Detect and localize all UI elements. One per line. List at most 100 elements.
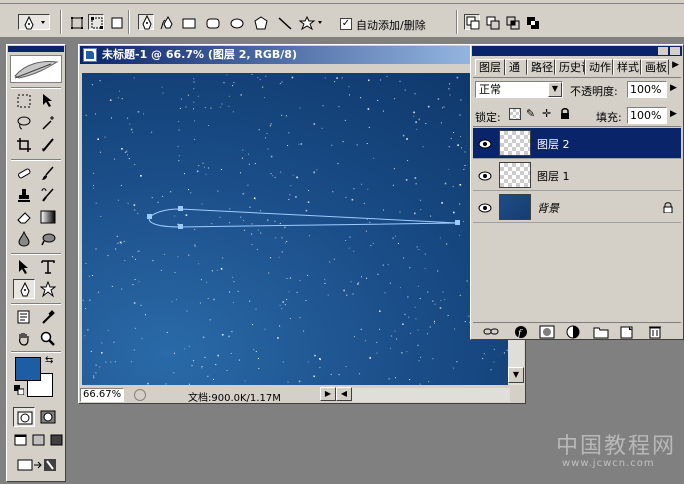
- document-title-bar[interactable]: 未标题-1 @ 66.7% (图层 2, RGB/8): [80, 46, 524, 64]
- zoom-field[interactable]: 66.67%: [80, 388, 124, 402]
- status-info-icon[interactable]: [134, 389, 146, 401]
- freeform-pen-button[interactable]: [158, 14, 174, 30]
- panel-menu-arrow-icon[interactable]: ▶: [672, 60, 679, 70]
- rounded-rectangle-button[interactable]: [204, 14, 220, 30]
- swap-colors-icon[interactable]: ⇆: [45, 355, 53, 366]
- pen-tool-icon: [24, 15, 45, 30]
- type-tool[interactable]: [37, 257, 59, 277]
- adjustment-layer-icon[interactable]: [565, 325, 581, 339]
- add-to-path-area-button[interactable]: [464, 14, 480, 30]
- panel-tab[interactable]: 动作: [585, 59, 613, 75]
- lock-image-pixels-icon[interactable]: ✎: [526, 107, 535, 120]
- horizontal-scrollbar[interactable]: [352, 388, 510, 402]
- delete-layer-icon[interactable]: [647, 325, 663, 339]
- fill-input[interactable]: 100%: [627, 107, 667, 124]
- layer-row[interactable]: 图层 2: [473, 128, 681, 159]
- path-selection-tool[interactable]: [13, 257, 35, 277]
- opacity-input[interactable]: 100%: [627, 81, 667, 98]
- layer-row[interactable]: 背景: [473, 192, 681, 223]
- anchor-point[interactable]: [455, 220, 460, 225]
- lock-all-icon[interactable]: [559, 107, 571, 119]
- gradient-tool[interactable]: [37, 207, 59, 227]
- lock-transparent-pixels-icon[interactable]: [509, 108, 521, 120]
- screen-mode-standard-button[interactable]: [11, 431, 29, 451]
- close-icon[interactable]: [670, 47, 680, 55]
- pen-tool-option-button[interactable]: [138, 14, 154, 30]
- fill-slider-arrow-icon[interactable]: ▶: [670, 109, 677, 119]
- foreground-color-swatch[interactable]: [15, 357, 41, 381]
- hand-tool[interactable]: [13, 329, 35, 349]
- eye-icon[interactable]: [477, 200, 493, 216]
- brush-tool[interactable]: [37, 163, 59, 183]
- panel-tab[interactable]: 样式: [613, 59, 641, 75]
- eraser-tool[interactable]: [13, 207, 35, 227]
- crop-tool[interactable]: [13, 135, 35, 155]
- feather-logo[interactable]: [10, 55, 62, 83]
- fill-pixels-button[interactable]: [108, 14, 124, 30]
- quick-mask-button[interactable]: [37, 407, 59, 427]
- anchor-point[interactable]: [178, 224, 183, 229]
- subtract-path-area-button[interactable]: [484, 14, 500, 30]
- custom-shape-button[interactable]: [298, 14, 324, 31]
- marquee-tool[interactable]: [13, 91, 35, 111]
- slice-tool[interactable]: [37, 135, 59, 155]
- image-canvas[interactable]: [82, 73, 508, 385]
- star: [233, 281, 235, 283]
- add-mask-icon[interactable]: [539, 325, 555, 339]
- pen-tool[interactable]: [13, 279, 35, 299]
- eye-icon[interactable]: [477, 136, 493, 152]
- minimize-icon[interactable]: [658, 47, 668, 55]
- clone-stamp-tool[interactable]: [13, 185, 35, 205]
- default-colors-icon[interactable]: [14, 385, 25, 396]
- scroll-left-arrow-icon[interactable]: ◀: [336, 387, 352, 401]
- rectangle-shape-button[interactable]: [180, 14, 196, 30]
- polygon-button[interactable]: [252, 14, 268, 30]
- layer-row[interactable]: 图层 1: [473, 160, 681, 191]
- panel-tab[interactable]: 路径: [527, 59, 555, 75]
- history-brush-tool[interactable]: [37, 185, 59, 205]
- lasso-tool[interactable]: [13, 113, 35, 133]
- blend-mode-select[interactable]: 正常 ▼: [475, 81, 563, 98]
- notes-tool[interactable]: [13, 307, 35, 327]
- scroll-down-arrow-icon[interactable]: ▼: [508, 367, 524, 383]
- blur-tool[interactable]: [13, 229, 35, 249]
- opacity-slider-arrow-icon[interactable]: ▶: [670, 83, 677, 93]
- tool-preset-picker[interactable]: [18, 14, 50, 30]
- panel-tab[interactable]: 历史记录: [555, 59, 585, 75]
- panel-tab[interactable]: 画板: [641, 59, 669, 75]
- layers-panel-title-bar[interactable]: [472, 46, 682, 56]
- anchor-point[interactable]: [178, 206, 183, 211]
- standard-mode-button[interactable]: [13, 407, 35, 427]
- status-menu-arrow-icon[interactable]: ▶: [320, 387, 336, 401]
- star: [299, 107, 301, 109]
- paths-button[interactable]: [88, 14, 104, 30]
- magic-wand-tool[interactable]: [37, 113, 59, 133]
- intersect-path-area-button[interactable]: [504, 14, 520, 30]
- auto-add-delete-checkbox[interactable]: ✓: [340, 18, 352, 30]
- panel-tab[interactable]: 图层: [475, 59, 505, 75]
- new-layer-icon[interactable]: [619, 325, 635, 339]
- eye-icon[interactable]: [477, 168, 493, 184]
- layer-style-icon[interactable]: f: [513, 325, 529, 339]
- jump-to-imageready-button[interactable]: [13, 455, 61, 475]
- zoom-tool[interactable]: [37, 329, 59, 349]
- anchor-point[interactable]: [147, 214, 152, 219]
- healing-brush-tool[interactable]: [13, 163, 35, 183]
- link-layers-icon[interactable]: [483, 325, 499, 339]
- exclude-path-area-button[interactable]: [524, 14, 540, 30]
- shape-layers-button[interactable]: [68, 14, 84, 30]
- toolbox-title-bar[interactable]: [8, 46, 64, 52]
- line-button[interactable]: [276, 14, 292, 30]
- screen-mode-full-menu-button[interactable]: [29, 431, 47, 451]
- layers-list-empty-area[interactable]: [473, 224, 681, 322]
- panel-tab[interactable]: 通: [505, 59, 527, 75]
- dodge-tool[interactable]: [37, 229, 59, 249]
- eyedropper-tool[interactable]: [37, 307, 59, 327]
- ellipse-button[interactable]: [228, 14, 244, 30]
- screen-mode-full-button[interactable]: [47, 431, 65, 451]
- custom-shape-tool[interactable]: [37, 279, 59, 299]
- new-group-icon[interactable]: [593, 325, 609, 339]
- move-tool[interactable]: [37, 91, 59, 111]
- lock-position-icon[interactable]: ✛: [542, 107, 551, 120]
- star: [367, 188, 369, 190]
